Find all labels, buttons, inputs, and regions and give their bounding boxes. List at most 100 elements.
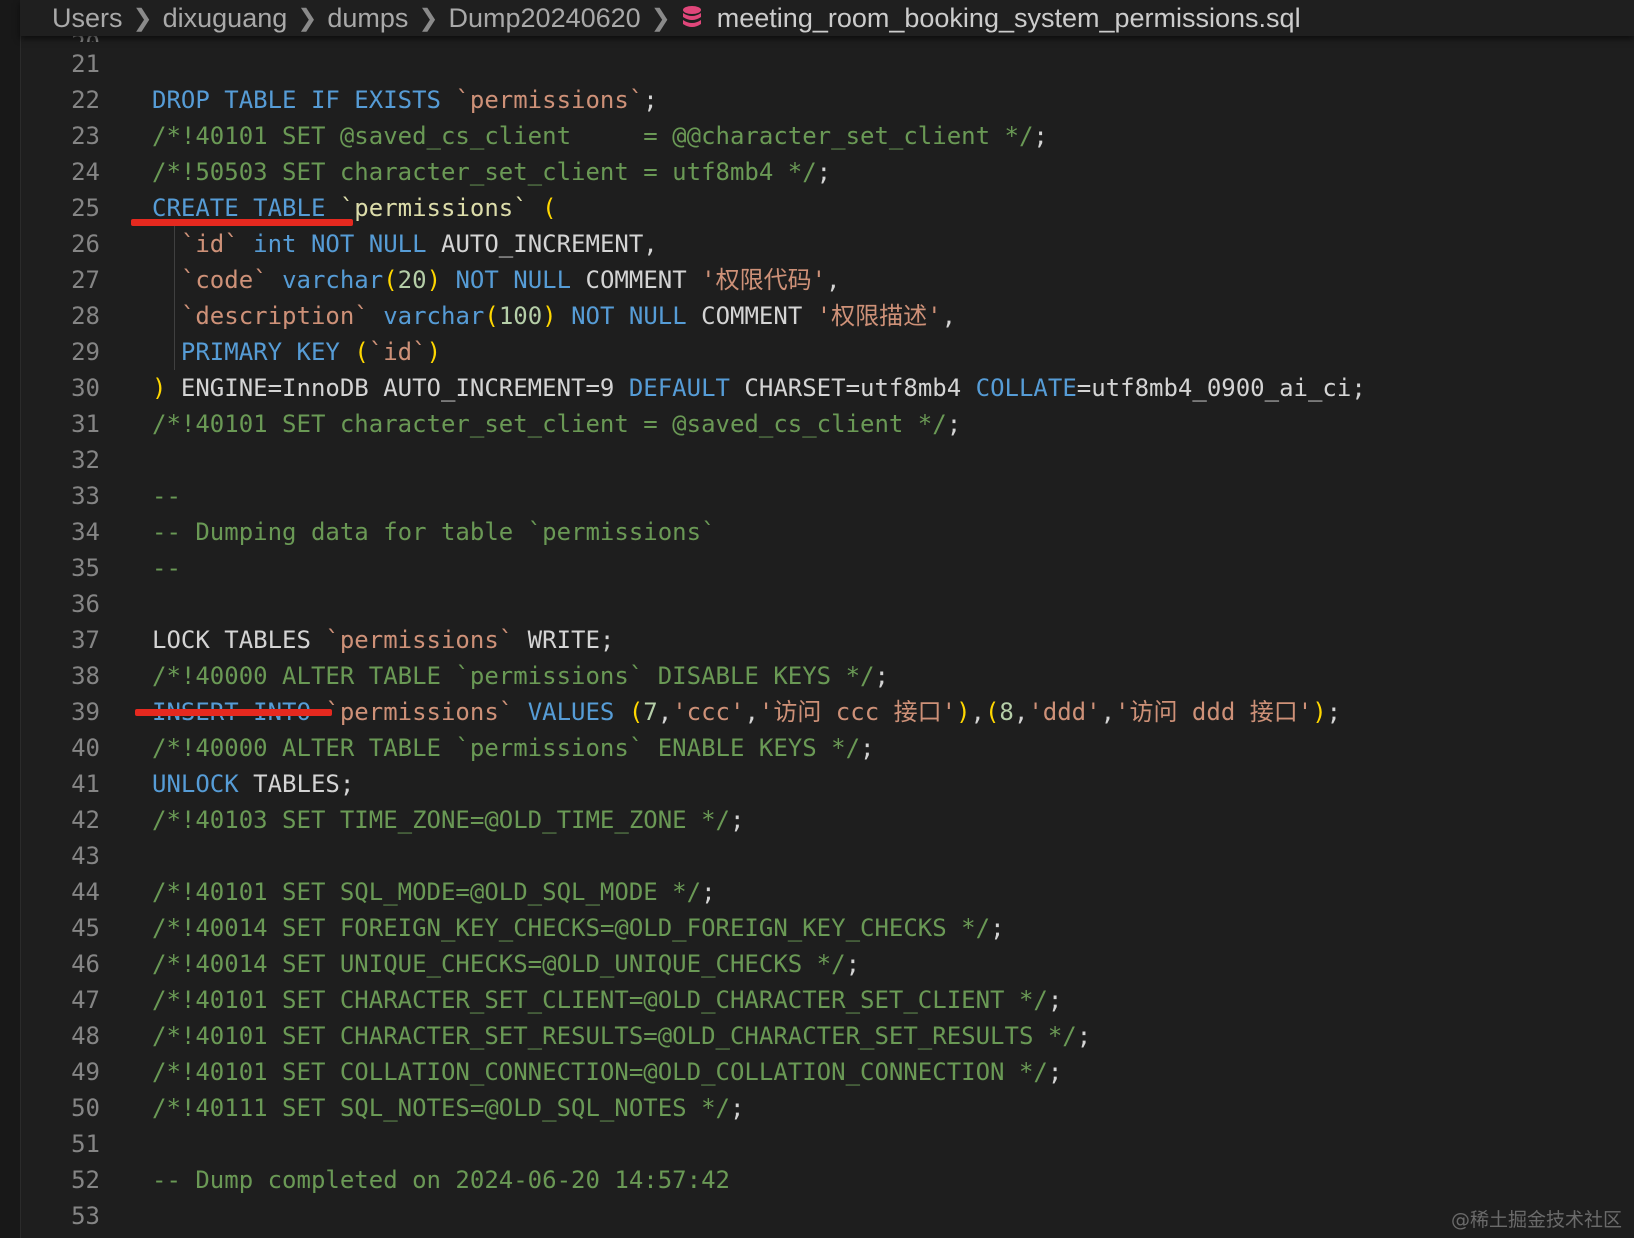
breadcrumb-file-name[interactable]: meeting_room_booking_system_permissions.… — [717, 3, 1301, 34]
code-token: ; — [1033, 122, 1048, 150]
code-text: `code` varchar(20) NOT NULL COMMENT '权限代… — [152, 262, 841, 298]
code-token: 20 — [397, 266, 427, 294]
code-token: /*!40101 SET CHARACTER_SET_CLIENT=@OLD_C… — [152, 986, 1048, 1014]
code-token: `permissions` — [325, 626, 514, 654]
line-number: 29 — [71, 338, 100, 366]
code-token: NOT NULL — [571, 302, 687, 330]
line-number: 51 — [71, 1130, 100, 1158]
code-line[interactable]: 33 -- — [20, 478, 1634, 514]
code-line[interactable]: 49 /*!40101 SET COLLATION_CONNECTION=@OLD… — [20, 1054, 1634, 1090]
code-line[interactable]: 23 /*!40101 SET @saved_cs_client = @@char… — [20, 118, 1634, 154]
code-token: `permissions` — [339, 194, 528, 222]
code-line[interactable]: 30) ENGINE=InnoDB AUTO_INCREMENT=9 DEFAU… — [20, 370, 1634, 406]
chevron-right-icon: ❯ — [297, 4, 318, 32]
breadcrumb-item-users[interactable]: Users — [52, 3, 123, 34]
code-text: -- Dumping data for table `permissions` — [152, 514, 716, 550]
code-line[interactable]: 35 -- — [20, 550, 1634, 586]
code-line[interactable]: 24 /*!50503 SET character_set_client = ut… — [20, 154, 1634, 190]
code-line[interactable]: 42 /*!40103 SET TIME_ZONE=@OLD_TIME_ZONE … — [20, 802, 1634, 838]
code-line[interactable]: 38 /*!40000 ALTER TABLE `permissions` DIS… — [20, 658, 1634, 694]
line-number: 22 — [71, 86, 100, 114]
code-token: /*!40000 ALTER TABLE `permissions` DISAB… — [152, 662, 875, 690]
breadcrumb-item-dump-folder[interactable]: Dump20240620 — [449, 3, 641, 34]
code-token: ; — [729, 1094, 745, 1122]
chevron-right-icon: ❯ — [418, 4, 439, 32]
code-text: /*!40000 ALTER TABLE `permissions` ENABL… — [152, 730, 874, 766]
code-token: ) — [956, 698, 971, 726]
code-line[interactable]: 36 — [20, 586, 1634, 622]
code-text: /*!40111 SET SQL_NOTES=@OLD_SQL_NOTES */… — [152, 1090, 744, 1126]
code-line[interactable]: 41 UNLOCK TABLES; — [20, 766, 1634, 802]
code-token: , — [657, 698, 673, 726]
code-line[interactable]: 48 /*!40101 SET CHARACTER_SET_RESULTS=@OL… — [20, 1018, 1634, 1054]
code-line[interactable]: 47 /*!40101 SET CHARACTER_SET_CLIENT=@OLD… — [20, 982, 1634, 1018]
code-line[interactable]: 27 `code` varchar(20) NOT NULL COMMENT '… — [20, 262, 1634, 298]
code-token: ; — [643, 86, 658, 114]
code-line[interactable]: 44 /*!40101 SET SQL_MODE=@OLD_SQL_MODE */… — [20, 874, 1634, 910]
code-token: COLLATE — [975, 374, 1077, 402]
annotation-underline-insert-into — [135, 709, 332, 716]
line-number: 28 — [71, 302, 100, 330]
line-number: 40 — [71, 734, 100, 762]
code-token: =utf8mb4_0900_ai_ci; — [1076, 374, 1366, 402]
code-token: varchar — [282, 266, 384, 294]
line-number: 34 — [71, 518, 100, 546]
code-line[interactable]: 32 — [20, 442, 1634, 478]
code-text: /*!40101 SET @saved_cs_client = @@charac… — [152, 118, 1048, 154]
code-token: CREATE TABLE — [152, 194, 340, 222]
code-line[interactable]: 29 PRIMARY KEY (`id`) — [20, 334, 1634, 370]
code-text: /*!40014 SET UNIQUE_CHECKS=@OLD_UNIQUE_C… — [152, 946, 860, 982]
code-token: '访问 ddd 接口' — [1115, 698, 1313, 726]
line-number: 26 — [71, 230, 100, 258]
line-number: 39 — [71, 698, 100, 726]
line-number: 45 — [71, 914, 100, 942]
code-text: PRIMARY KEY (`id`) — [152, 334, 441, 370]
code-token: `permissions` — [325, 698, 514, 726]
code-line[interactable]: 22 DROP TABLE IF EXISTS `permissions`; — [20, 82, 1634, 118]
code-token: /*!40101 SET SQL_MODE=@OLD_SQL_MODE */ — [152, 878, 702, 906]
chevron-right-icon: ❯ — [650, 4, 671, 32]
code-token: /*!40103 SET TIME_ZONE=@OLD_TIME_ZONE */ — [152, 806, 730, 834]
code-line[interactable]: 21 — [20, 46, 1634, 82]
code-line[interactable]: 31 /*!40101 SET character_set_client = @s… — [20, 406, 1634, 442]
code-text: /*!40101 SET COLLATION_CONNECTION=@OLD_C… — [152, 1054, 1062, 1090]
code-token: , — [941, 302, 957, 330]
code-line[interactable]: 51 — [20, 1126, 1634, 1162]
code-token: /*!50503 SET character_set_client = utf8… — [152, 158, 817, 186]
code-line[interactable]: 52 -- Dump completed on 2024-06-20 14:57:… — [20, 1162, 1634, 1198]
line-number: 53 — [71, 1202, 100, 1230]
activity-bar-edge — [0, 0, 21, 1238]
code-line[interactable]: 37 LOCK TABLES `permissions` WRITE; — [20, 622, 1634, 658]
code-line[interactable]: 50 /*!40111 SET SQL_NOTES=@OLD_SQL_NOTES … — [20, 1090, 1634, 1126]
code-line[interactable]: 26 `id` int NOT NULL AUTO_INCREMENT, — [20, 226, 1634, 262]
breadcrumb-item-dixuguang[interactable]: dixuguang — [163, 3, 288, 34]
code-token: ; — [946, 410, 962, 438]
code-text: /*!40101 SET SQL_MODE=@OLD_SQL_MODE */; — [152, 874, 716, 910]
code-line[interactable]: 53 — [20, 1198, 1634, 1234]
code-line[interactable]: 28 `description` varchar(100) NOT NULL C… — [20, 298, 1634, 334]
code-line[interactable]: 46 /*!40014 SET UNIQUE_CHECKS=@OLD_UNIQUE… — [20, 946, 1634, 982]
code-text: `description` varchar(100) NOT NULL COMM… — [152, 298, 956, 334]
code-line[interactable]: 45 /*!40014 SET FOREIGN_KEY_CHECKS=@OLD_F… — [20, 910, 1634, 946]
line-number: 50 — [71, 1094, 100, 1122]
code-token: `permissions` — [455, 86, 644, 114]
code-token: DROP TABLE IF EXISTS — [152, 86, 456, 114]
breadcrumb-item-dumps[interactable]: dumps — [327, 3, 408, 34]
code-token: UNLOCK — [152, 770, 239, 798]
code-text: /*!40014 SET FOREIGN_KEY_CHECKS=@OLD_FOR… — [152, 910, 1005, 946]
code-token: ; — [1076, 1022, 1092, 1050]
code-line[interactable]: 34 -- Dumping data for table `permissions… — [20, 514, 1634, 550]
line-number: 36 — [71, 590, 100, 618]
code-token: -- Dump completed on 2024-06-20 14:57:42 — [152, 1166, 730, 1194]
code-line[interactable]: 40 /*!40000 ALTER TABLE `permissions` ENA… — [20, 730, 1634, 766]
code-text: -- — [152, 550, 181, 586]
code-token: /*!40101 SET CHARACTER_SET_RESULTS=@OLD_… — [152, 1022, 1077, 1050]
code-line[interactable]: 43 — [20, 838, 1634, 874]
code-token: '访问 ccc 接口' — [758, 698, 957, 726]
line-number: 46 — [71, 950, 100, 978]
breadcrumb: Users ❯ dixuguang ❯ dumps ❯ Dump20240620… — [20, 0, 1634, 36]
code-token: , — [744, 698, 759, 726]
